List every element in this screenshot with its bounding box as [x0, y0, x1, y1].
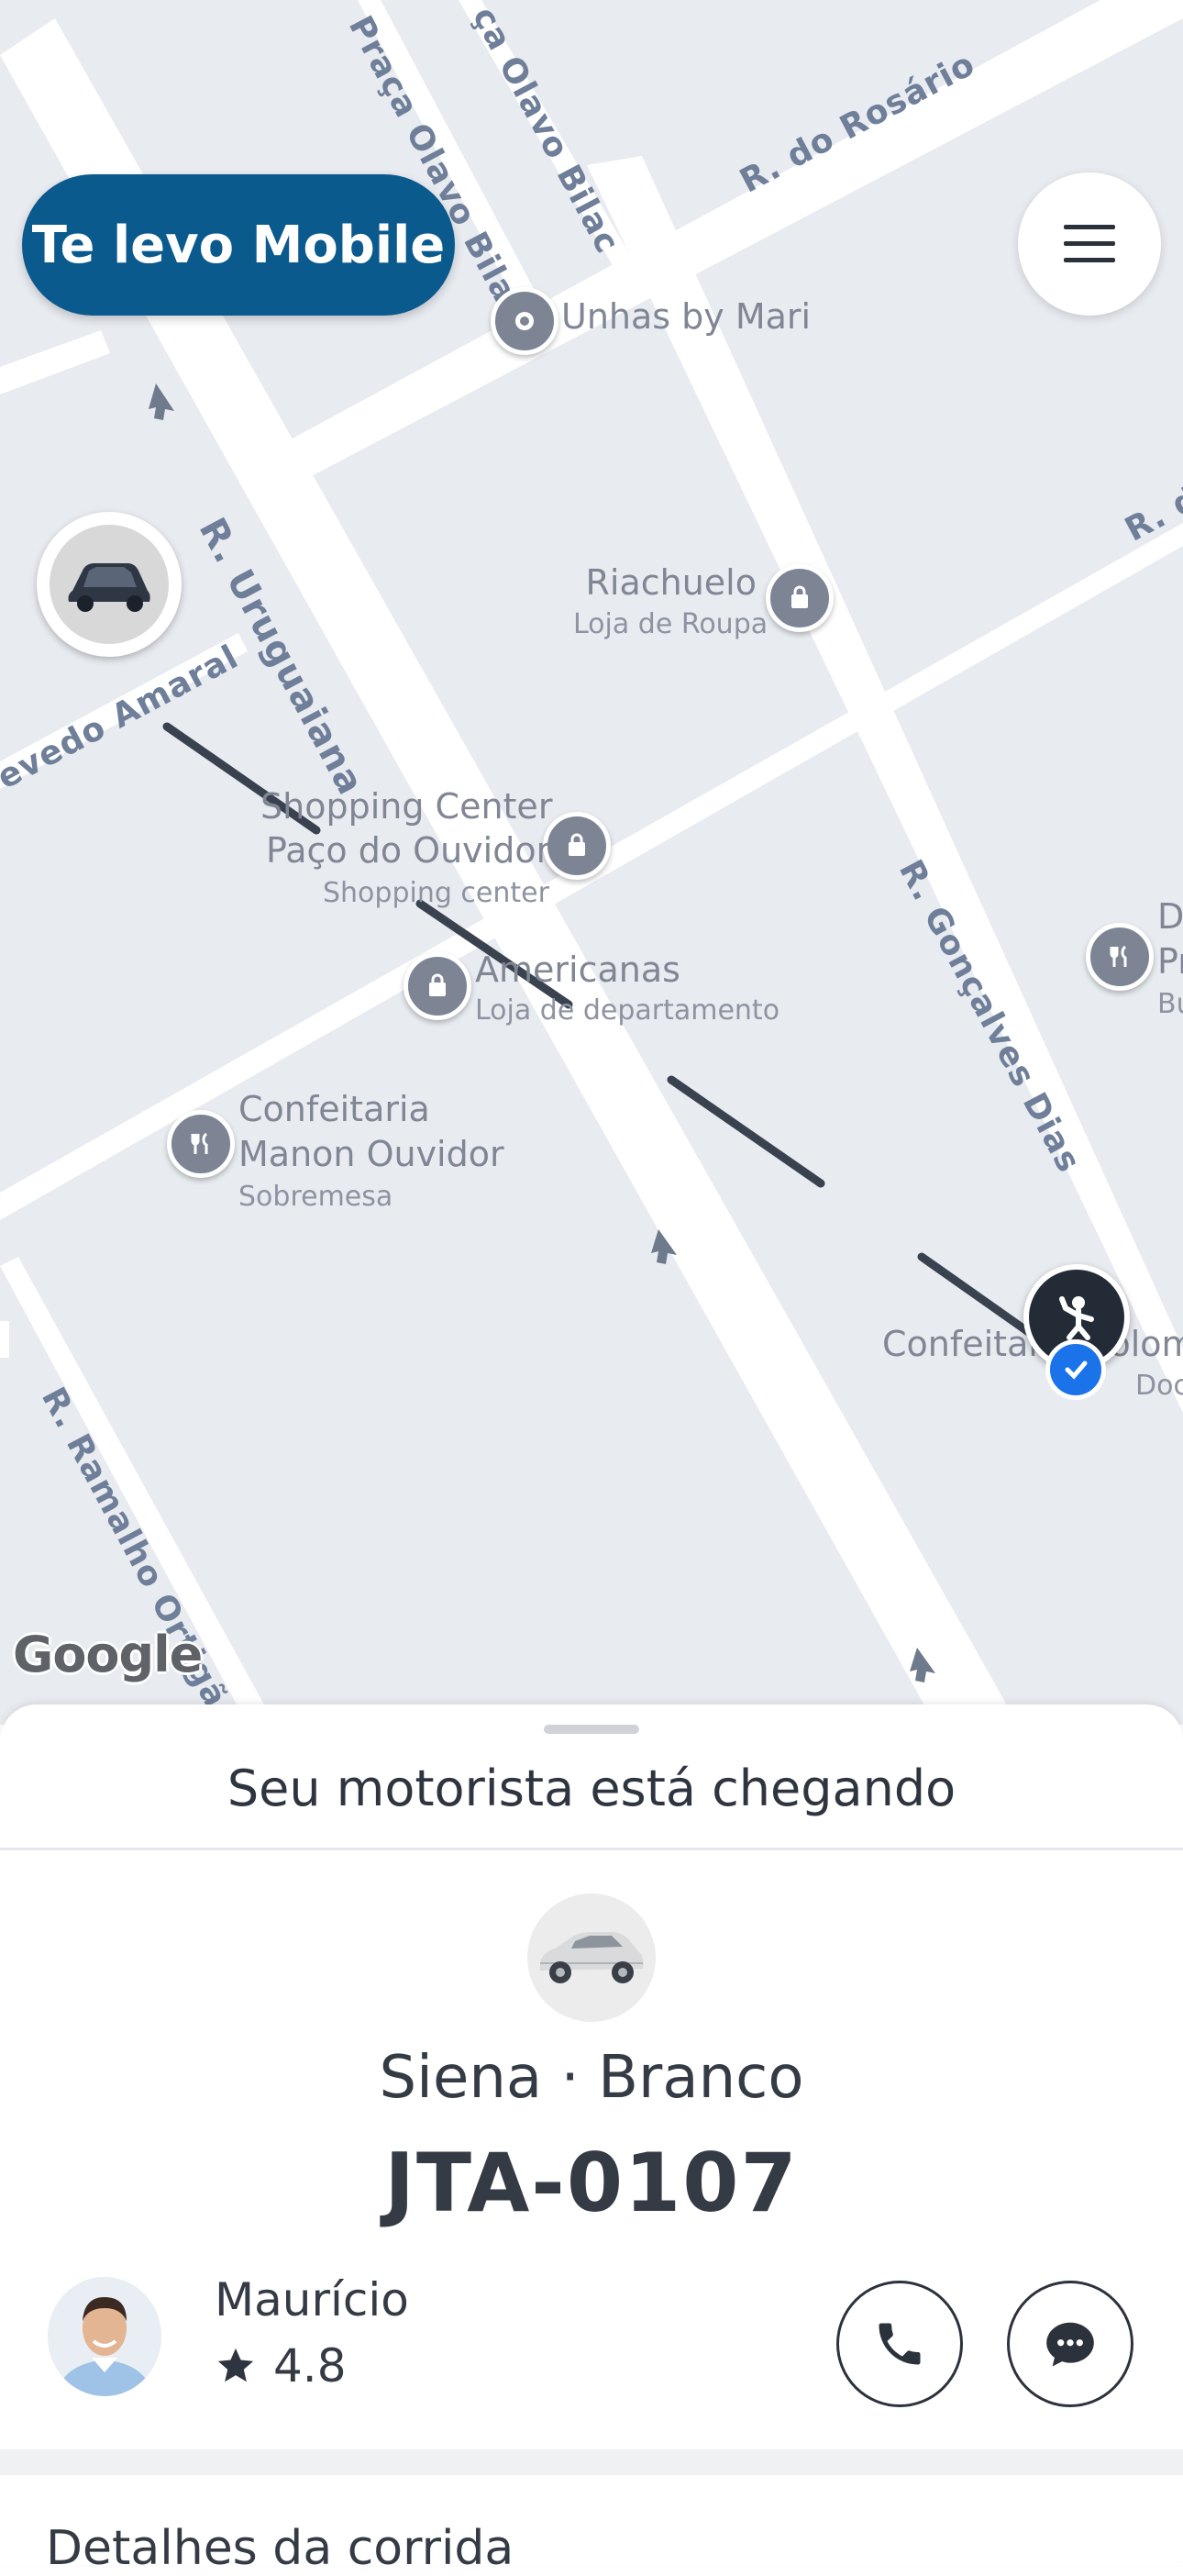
poi-shopping-sub: Shopping center — [323, 877, 549, 909]
status-title: Seu motorista está chegando — [227, 1760, 956, 1817]
car-icon — [68, 563, 150, 612]
poi-confeitaria-manon-2[interactable]: Manon Ouvidor — [238, 1133, 504, 1177]
location-pin-icon[interactable] — [491, 287, 558, 355]
divider — [0, 1848, 1183, 1850]
vehicle-plate: JTA-0107 — [384, 2136, 799, 2230]
section-separator — [0, 2449, 1183, 2475]
poi-right-edge-1[interactable]: D — [1157, 895, 1183, 939]
fork-knife-icon[interactable] — [167, 1110, 235, 1178]
poi-shopping-name-2[interactable]: Paço do Ouvidor — [266, 829, 550, 873]
google-attribution: Google — [13, 1626, 203, 1683]
rating-value: 4.8 — [273, 2339, 347, 2393]
star-icon — [217, 2348, 254, 2382]
poi-americanas-sub: Loja de departamento — [475, 994, 780, 1027]
poi-right-edge-sub: Bu — [1157, 988, 1183, 1020]
vehicle-thumbnail — [527, 1893, 656, 2022]
fork-knife-icon[interactable] — [1086, 923, 1154, 991]
driver-car-marker[interactable] — [37, 512, 182, 657]
ride-details-title[interactable]: Detalhes da corrida — [46, 2521, 514, 2576]
poi-americanas-name[interactable]: Americanas — [475, 949, 680, 993]
phone-icon — [879, 2323, 921, 2365]
driver-rating: 4.8 — [215, 2339, 347, 2393]
poi-confeitaria-manon-sub: Sobremesa — [238, 1181, 393, 1213]
hamburger-icon — [1064, 225, 1115, 262]
poi-confeitaria-colombo-sub: Doc — [1135, 1370, 1183, 1402]
poi-unhas-by-mari[interactable]: Unhas by Mari — [561, 295, 811, 339]
menu-button[interactable] — [1018, 172, 1161, 316]
shopping-bag-icon[interactable] — [766, 564, 834, 632]
poi-right-edge-2[interactable]: Pr — [1157, 940, 1183, 984]
poi-riachuelo-name: Riachuelo — [585, 562, 757, 603]
car-icon — [540, 1932, 644, 1983]
brand-button[interactable]: Te levo Mobile — [22, 174, 455, 316]
poi-riachuelo[interactable]: Riachuelo — [573, 561, 757, 605]
drag-handle[interactable] — [544, 1725, 639, 1734]
poi-confeitaria-manon-1[interactable]: Confeitaria — [238, 1088, 430, 1132]
poi-riachuelo-sub: Loja de Roupa — [573, 608, 768, 640]
chat-driver-button[interactable] — [1007, 2281, 1133, 2407]
shopping-bag-icon[interactable] — [404, 952, 471, 1020]
bottom-sheet[interactable]: Seu motorista está chegando Siena · Bran… — [0, 1704, 1183, 2576]
shopping-bag-icon[interactable] — [543, 812, 611, 880]
poi-shopping-name-1[interactable]: Shopping Center — [260, 785, 552, 829]
call-driver-button[interactable] — [836, 2281, 963, 2407]
chat-bubble-icon — [1046, 2322, 1094, 2367]
check-icon — [1045, 1339, 1106, 1400]
vehicle-model-color: Siena · Branco — [379, 2044, 804, 2112]
driver-name: Maurício — [215, 2273, 409, 2326]
driver-avatar — [48, 2277, 161, 2396]
